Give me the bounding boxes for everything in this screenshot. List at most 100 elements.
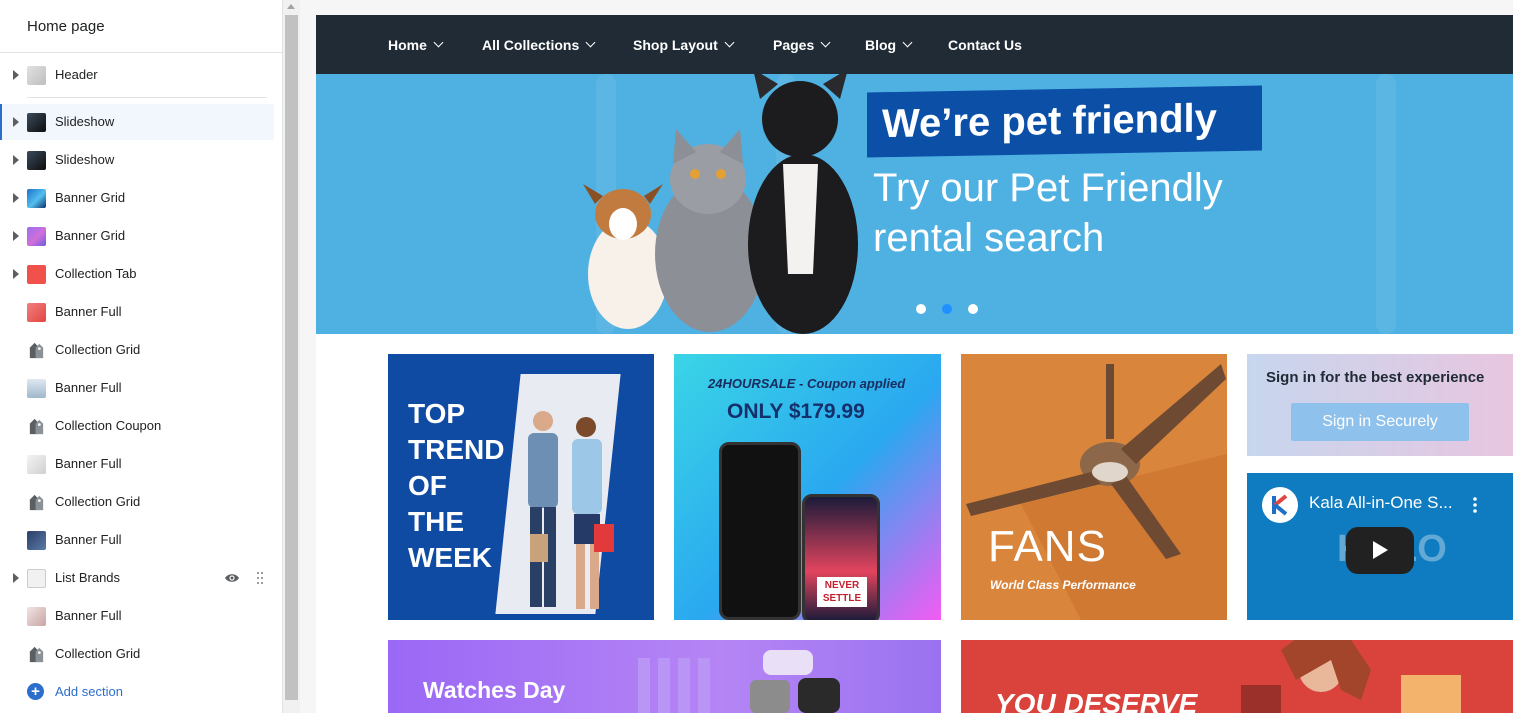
video-embed[interactable]: KOLO Kala All-in-One S... bbox=[1247, 473, 1513, 620]
section-label: Banner Full bbox=[55, 608, 122, 623]
section-label: Banner Full bbox=[55, 532, 122, 547]
page-title: Home page bbox=[27, 17, 105, 35]
trend-line: WEEK bbox=[408, 542, 492, 573]
add-section-button[interactable]: + Add section bbox=[27, 683, 123, 700]
store-preview: Home All Collections Shop Layout Pages B… bbox=[300, 0, 1513, 713]
section-divider bbox=[27, 97, 267, 98]
visibility-eye-icon[interactable] bbox=[224, 570, 240, 586]
scroll-thumb[interactable] bbox=[285, 15, 298, 700]
channel-logo[interactable] bbox=[1262, 487, 1298, 523]
section-item-header[interactable]: Header bbox=[0, 57, 274, 93]
section-thumbnail bbox=[27, 189, 46, 208]
section-item-collection-tab[interactable]: Collection Tab bbox=[0, 256, 274, 292]
expand-caret-icon[interactable] bbox=[13, 231, 19, 241]
phone-front-image: NEVER SETTLE bbox=[802, 494, 880, 620]
banner-coupon[interactable]: 24HOURSALE - Coupon applied ONLY $179.99… bbox=[674, 354, 941, 620]
slide-dot-1[interactable] bbox=[916, 304, 926, 314]
section-item-slideshow[interactable]: Slideshow bbox=[0, 142, 274, 178]
banner-watches-day[interactable]: Watches Day bbox=[388, 640, 941, 713]
section-item-banner-full[interactable]: Banner Full bbox=[0, 522, 274, 558]
expand-caret-icon[interactable] bbox=[13, 117, 19, 127]
section-label: Banner Full bbox=[55, 380, 122, 395]
coupon-caption: 24HOURSALE - Coupon applied bbox=[708, 376, 906, 391]
section-label: Collection Tab bbox=[55, 266, 137, 281]
banner-fans[interactable]: FANS World Class Performance bbox=[961, 354, 1227, 620]
sidebar-scrollbar[interactable] bbox=[283, 0, 300, 713]
slideshow-dots bbox=[916, 304, 978, 314]
section-item-list-brands[interactable]: List Brands bbox=[0, 560, 274, 596]
banner-top-trend[interactable]: TOP TREND OF THE WEEK bbox=[388, 354, 654, 620]
trend-line: TOP bbox=[408, 398, 466, 429]
section-item-banner-full[interactable]: Banner Full bbox=[0, 294, 274, 330]
hero-badge: We’re pet friendly bbox=[867, 85, 1262, 158]
expand-caret-icon[interactable] bbox=[13, 573, 19, 583]
section-item-collection-grid[interactable]: Collection Grid bbox=[0, 332, 274, 368]
play-button-icon[interactable] bbox=[1346, 527, 1414, 574]
section-item-collection-grid[interactable]: Collection Grid bbox=[0, 484, 274, 520]
hero-line-1: Try our Pet Friendly bbox=[873, 166, 1223, 210]
section-item-collection-coupon[interactable]: Collection Coupon bbox=[0, 408, 274, 444]
nav-all-collections[interactable]: All Collections bbox=[482, 37, 596, 53]
section-thumbnail bbox=[27, 455, 46, 474]
expand-caret-icon[interactable] bbox=[13, 70, 19, 80]
section-label: Banner Grid bbox=[55, 190, 126, 205]
section-label: Banner Grid bbox=[55, 228, 126, 243]
section-label: Collection Grid bbox=[55, 494, 141, 509]
expand-caret-icon[interactable] bbox=[13, 193, 19, 203]
nav-label: Pages bbox=[773, 37, 815, 53]
section-label: List Brands bbox=[55, 570, 121, 585]
chevron-down-icon bbox=[724, 37, 735, 48]
nav-blog[interactable]: Blog bbox=[865, 37, 913, 53]
main-navigation: Home All Collections Shop Layout Pages B… bbox=[316, 15, 1513, 74]
section-item-banner-full[interactable]: Banner Full bbox=[0, 598, 274, 634]
watches-image bbox=[638, 650, 840, 713]
scroll-up-arrow-icon[interactable] bbox=[287, 4, 295, 9]
section-item-banner-full[interactable]: Banner Full bbox=[0, 370, 274, 406]
pets-illustration bbox=[583, 74, 858, 334]
expand-caret-icon[interactable] bbox=[13, 269, 19, 279]
slide-dot-2[interactable] bbox=[942, 304, 952, 314]
section-thumbnail bbox=[27, 531, 46, 550]
section-label: Collection Grid bbox=[55, 342, 141, 357]
fans-subtitle: World Class Performance bbox=[990, 578, 1136, 592]
section-thumbnail bbox=[27, 569, 46, 588]
section-item-banner-grid[interactable]: Banner Grid bbox=[0, 180, 274, 216]
section-label: Banner Full bbox=[55, 456, 122, 471]
fashion-model-image bbox=[1241, 640, 1461, 713]
section-thumbnail bbox=[27, 113, 46, 132]
section-item-banner-grid[interactable]: Banner Grid bbox=[0, 218, 274, 254]
section-item-banner-full[interactable]: Banner Full bbox=[0, 446, 274, 482]
nav-label: Home bbox=[388, 37, 427, 53]
video-title[interactable]: Kala All-in-One S... bbox=[1309, 493, 1453, 513]
banner-you-deserve[interactable]: YOU DESERVE bbox=[961, 640, 1513, 713]
section-label: Slideshow bbox=[55, 114, 115, 129]
section-label: Header bbox=[55, 67, 98, 82]
hero-slideshow[interactable]: We’re pet friendly Try our Pet Friendly … bbox=[316, 74, 1513, 334]
chevron-down-icon bbox=[433, 37, 444, 48]
section-thumbnail bbox=[27, 227, 46, 246]
slide-dot-3[interactable] bbox=[968, 304, 978, 314]
collection-tag-icon bbox=[29, 494, 44, 511]
section-item-collection-grid[interactable]: Collection Grid bbox=[0, 636, 274, 672]
section-label: Banner Full bbox=[55, 304, 122, 319]
nav-home[interactable]: Home bbox=[388, 37, 444, 53]
collection-tag-icon bbox=[29, 646, 44, 663]
nav-label: All Collections bbox=[482, 37, 580, 53]
section-item-slideshow[interactable]: Slideshow bbox=[0, 104, 274, 140]
drag-handle-icon[interactable] bbox=[256, 571, 264, 585]
nav-contact-us[interactable]: Contact Us bbox=[948, 37, 1022, 53]
nav-pages[interactable]: Pages bbox=[773, 37, 831, 53]
phone-screen-text: NEVER SETTLE bbox=[817, 577, 867, 607]
more-options-icon[interactable] bbox=[1473, 497, 1477, 513]
add-section-label: Add section bbox=[55, 684, 123, 699]
sign-in-button[interactable]: Sign in Securely bbox=[1291, 403, 1469, 441]
nav-label: Shop Layout bbox=[633, 37, 718, 53]
expand-caret-icon[interactable] bbox=[13, 155, 19, 165]
section-label: Collection Coupon bbox=[55, 418, 162, 433]
sign-in-card: Sign in for the best experience Sign in … bbox=[1247, 354, 1513, 456]
nav-shop-layout[interactable]: Shop Layout bbox=[633, 37, 735, 53]
kala-logo-icon bbox=[1272, 494, 1288, 516]
chevron-down-icon bbox=[820, 37, 831, 48]
hero-badge-text: We’re pet friendly bbox=[882, 96, 1217, 147]
couple-photo bbox=[528, 411, 614, 609]
